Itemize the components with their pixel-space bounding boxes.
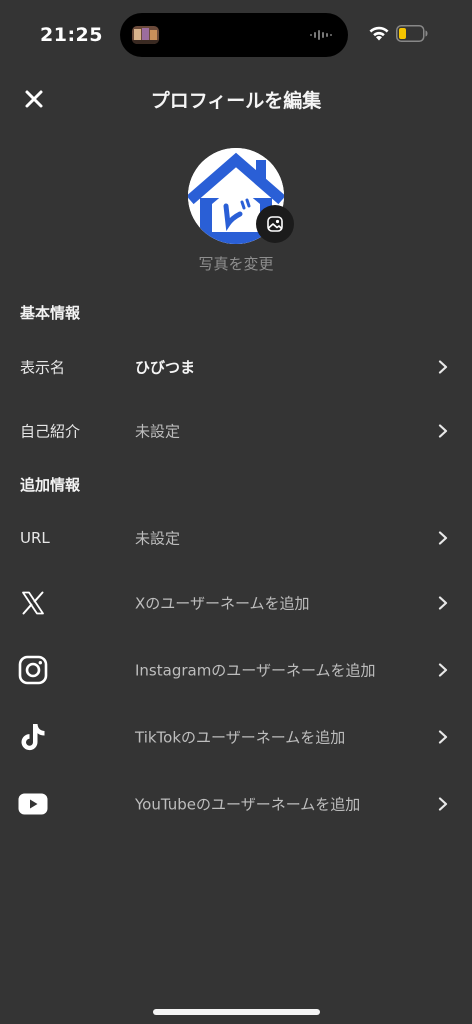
nav-header: プロフィールを編集 xyxy=(0,70,472,130)
change-photo-button[interactable] xyxy=(256,205,294,243)
bio-row[interactable]: 自己紹介 未設定 xyxy=(0,402,472,460)
home-indicator[interactable] xyxy=(153,1009,320,1015)
battery-icon xyxy=(396,25,428,42)
instagram-username-row[interactable]: Instagramのユーザーネームを追加 xyxy=(0,641,472,699)
audio-waveform-icon xyxy=(310,30,332,40)
edit-profile-screen: 21:25 プロフィールを編集 写真を変更 基本情報 表示名 ひびつま 自己紹介… xyxy=(0,0,472,1024)
wifi-icon xyxy=(369,26,389,41)
display-name-value: ひびつま xyxy=(135,358,196,377)
row-label: 表示名 xyxy=(20,358,66,377)
youtube-icon xyxy=(18,789,48,819)
chevron-right-icon xyxy=(438,531,448,545)
tiktok-username-row[interactable]: TikTokのユーザーネームを追加 xyxy=(0,708,472,766)
bio-value: 未設定 xyxy=(135,422,181,441)
x-username-value: Xのユーザーネームを追加 xyxy=(135,594,310,613)
additional-info-section-title: 追加情報 xyxy=(20,476,81,494)
row-label: 自己紹介 xyxy=(20,422,81,441)
instagram-username-value: Instagramのユーザーネームを追加 xyxy=(135,661,376,680)
page-title: プロフィールを編集 xyxy=(150,90,322,112)
dynamic-island[interactable] xyxy=(120,13,348,57)
youtube-username-row[interactable]: YouTubeのユーザーネームを追加 xyxy=(0,775,472,833)
url-value: 未設定 xyxy=(135,529,181,548)
basic-info-section-title: 基本情報 xyxy=(20,304,81,322)
chevron-right-icon xyxy=(438,596,448,610)
chevron-right-icon xyxy=(438,730,448,744)
url-row[interactable]: URL 未設定 xyxy=(0,509,472,567)
status-time: 21:25 xyxy=(40,24,103,46)
display-name-row[interactable]: 表示名 ひびつま xyxy=(0,338,472,396)
status-bar: 21:25 xyxy=(0,0,472,70)
x-logo-icon xyxy=(18,588,48,618)
instagram-icon xyxy=(18,655,48,685)
avatar-container xyxy=(188,148,294,244)
chevron-right-icon xyxy=(438,663,448,677)
row-label: URL xyxy=(20,529,50,547)
chevron-right-icon xyxy=(438,797,448,811)
tiktok-icon xyxy=(18,722,48,752)
youtube-username-value: YouTubeのユーザーネームを追加 xyxy=(135,795,361,814)
chevron-right-icon xyxy=(438,360,448,374)
chevron-right-icon xyxy=(438,424,448,438)
tiktok-username-value: TikTokのユーザーネームを追加 xyxy=(135,728,346,747)
x-username-row[interactable]: Xのユーザーネームを追加 xyxy=(0,574,472,632)
now-playing-thumbnail xyxy=(132,26,159,44)
photo-icon xyxy=(267,216,283,232)
change-photo-link[interactable]: 写真を変更 xyxy=(0,253,472,274)
